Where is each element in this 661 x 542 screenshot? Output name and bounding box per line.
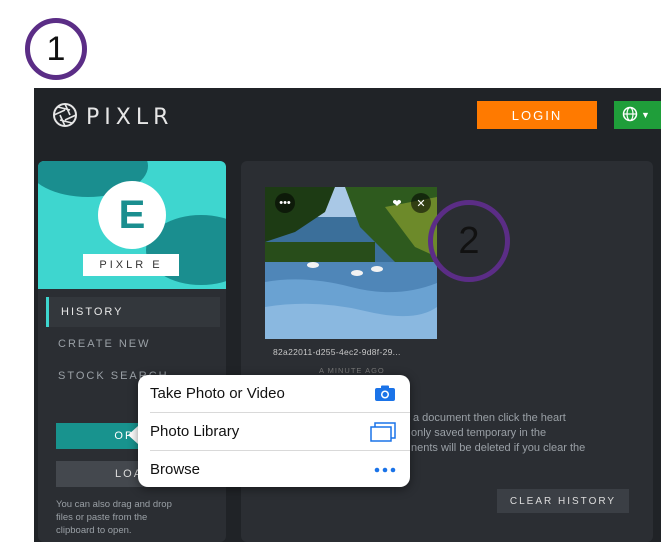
logo-text: PIXLR	[86, 105, 174, 130]
top-bar: PIXLR LOGIN ▼	[34, 88, 661, 146]
step-badge-2: 2	[428, 200, 510, 282]
nav-history[interactable]: HISTORY	[46, 297, 220, 327]
chevron-down-icon: ▼	[641, 110, 650, 120]
logo[interactable]: PIXLR	[52, 102, 173, 133]
more-icon[interactable]: •••	[275, 193, 295, 213]
history-item-name: 82a22011-d255-4ec2-9d8f-29...	[273, 347, 401, 357]
step-badge-1: 1	[25, 18, 87, 80]
info-line: nents will be deleted if you clear the	[411, 442, 586, 454]
photo-library-icon	[370, 413, 396, 450]
photo-library-option[interactable]: Photo Library	[138, 413, 410, 450]
history-item-time: A MINUTE AGO	[319, 366, 385, 375]
pixlr-e-hero: E PIXLR E	[38, 161, 226, 289]
heart-icon[interactable]: ❤	[387, 193, 407, 213]
pixlr-e-logo-icon: E	[98, 181, 166, 249]
browse-label: Browse	[150, 461, 201, 478]
clear-history-button[interactable]: CLEAR HISTORY	[497, 489, 629, 513]
close-icon[interactable]: ✕	[411, 193, 431, 213]
popover-arrow	[128, 426, 138, 444]
nav-create-new[interactable]: CREATE NEW	[46, 329, 220, 359]
history-thumbnail[interactable]: ••• ❤ ✕	[265, 187, 437, 339]
help-line: You can also drag and drop	[56, 499, 172, 510]
file-source-popover: Take Photo or Video Photo Library Browse	[138, 375, 410, 487]
login-button[interactable]: LOGIN	[477, 101, 597, 129]
take-photo-option[interactable]: Take Photo or Video	[138, 375, 410, 412]
language-button[interactable]: ▼	[614, 101, 661, 129]
browse-option[interactable]: Browse	[138, 451, 410, 487]
more-dots-icon	[374, 451, 396, 487]
info-line: a document then click the heart	[413, 412, 566, 424]
drag-drop-help: You can also drag and drop files or past…	[56, 498, 216, 537]
aperture-icon	[52, 102, 78, 133]
globe-icon	[622, 106, 638, 125]
help-line: clipboard to open.	[56, 525, 132, 536]
product-label: PIXLR E	[83, 254, 179, 276]
photo-library-label: Photo Library	[150, 423, 240, 440]
camera-icon	[374, 375, 396, 412]
take-photo-label: Take Photo or Video	[150, 385, 285, 402]
info-line: only saved temporary in the	[411, 427, 547, 439]
help-line: files or paste from the	[56, 512, 148, 523]
